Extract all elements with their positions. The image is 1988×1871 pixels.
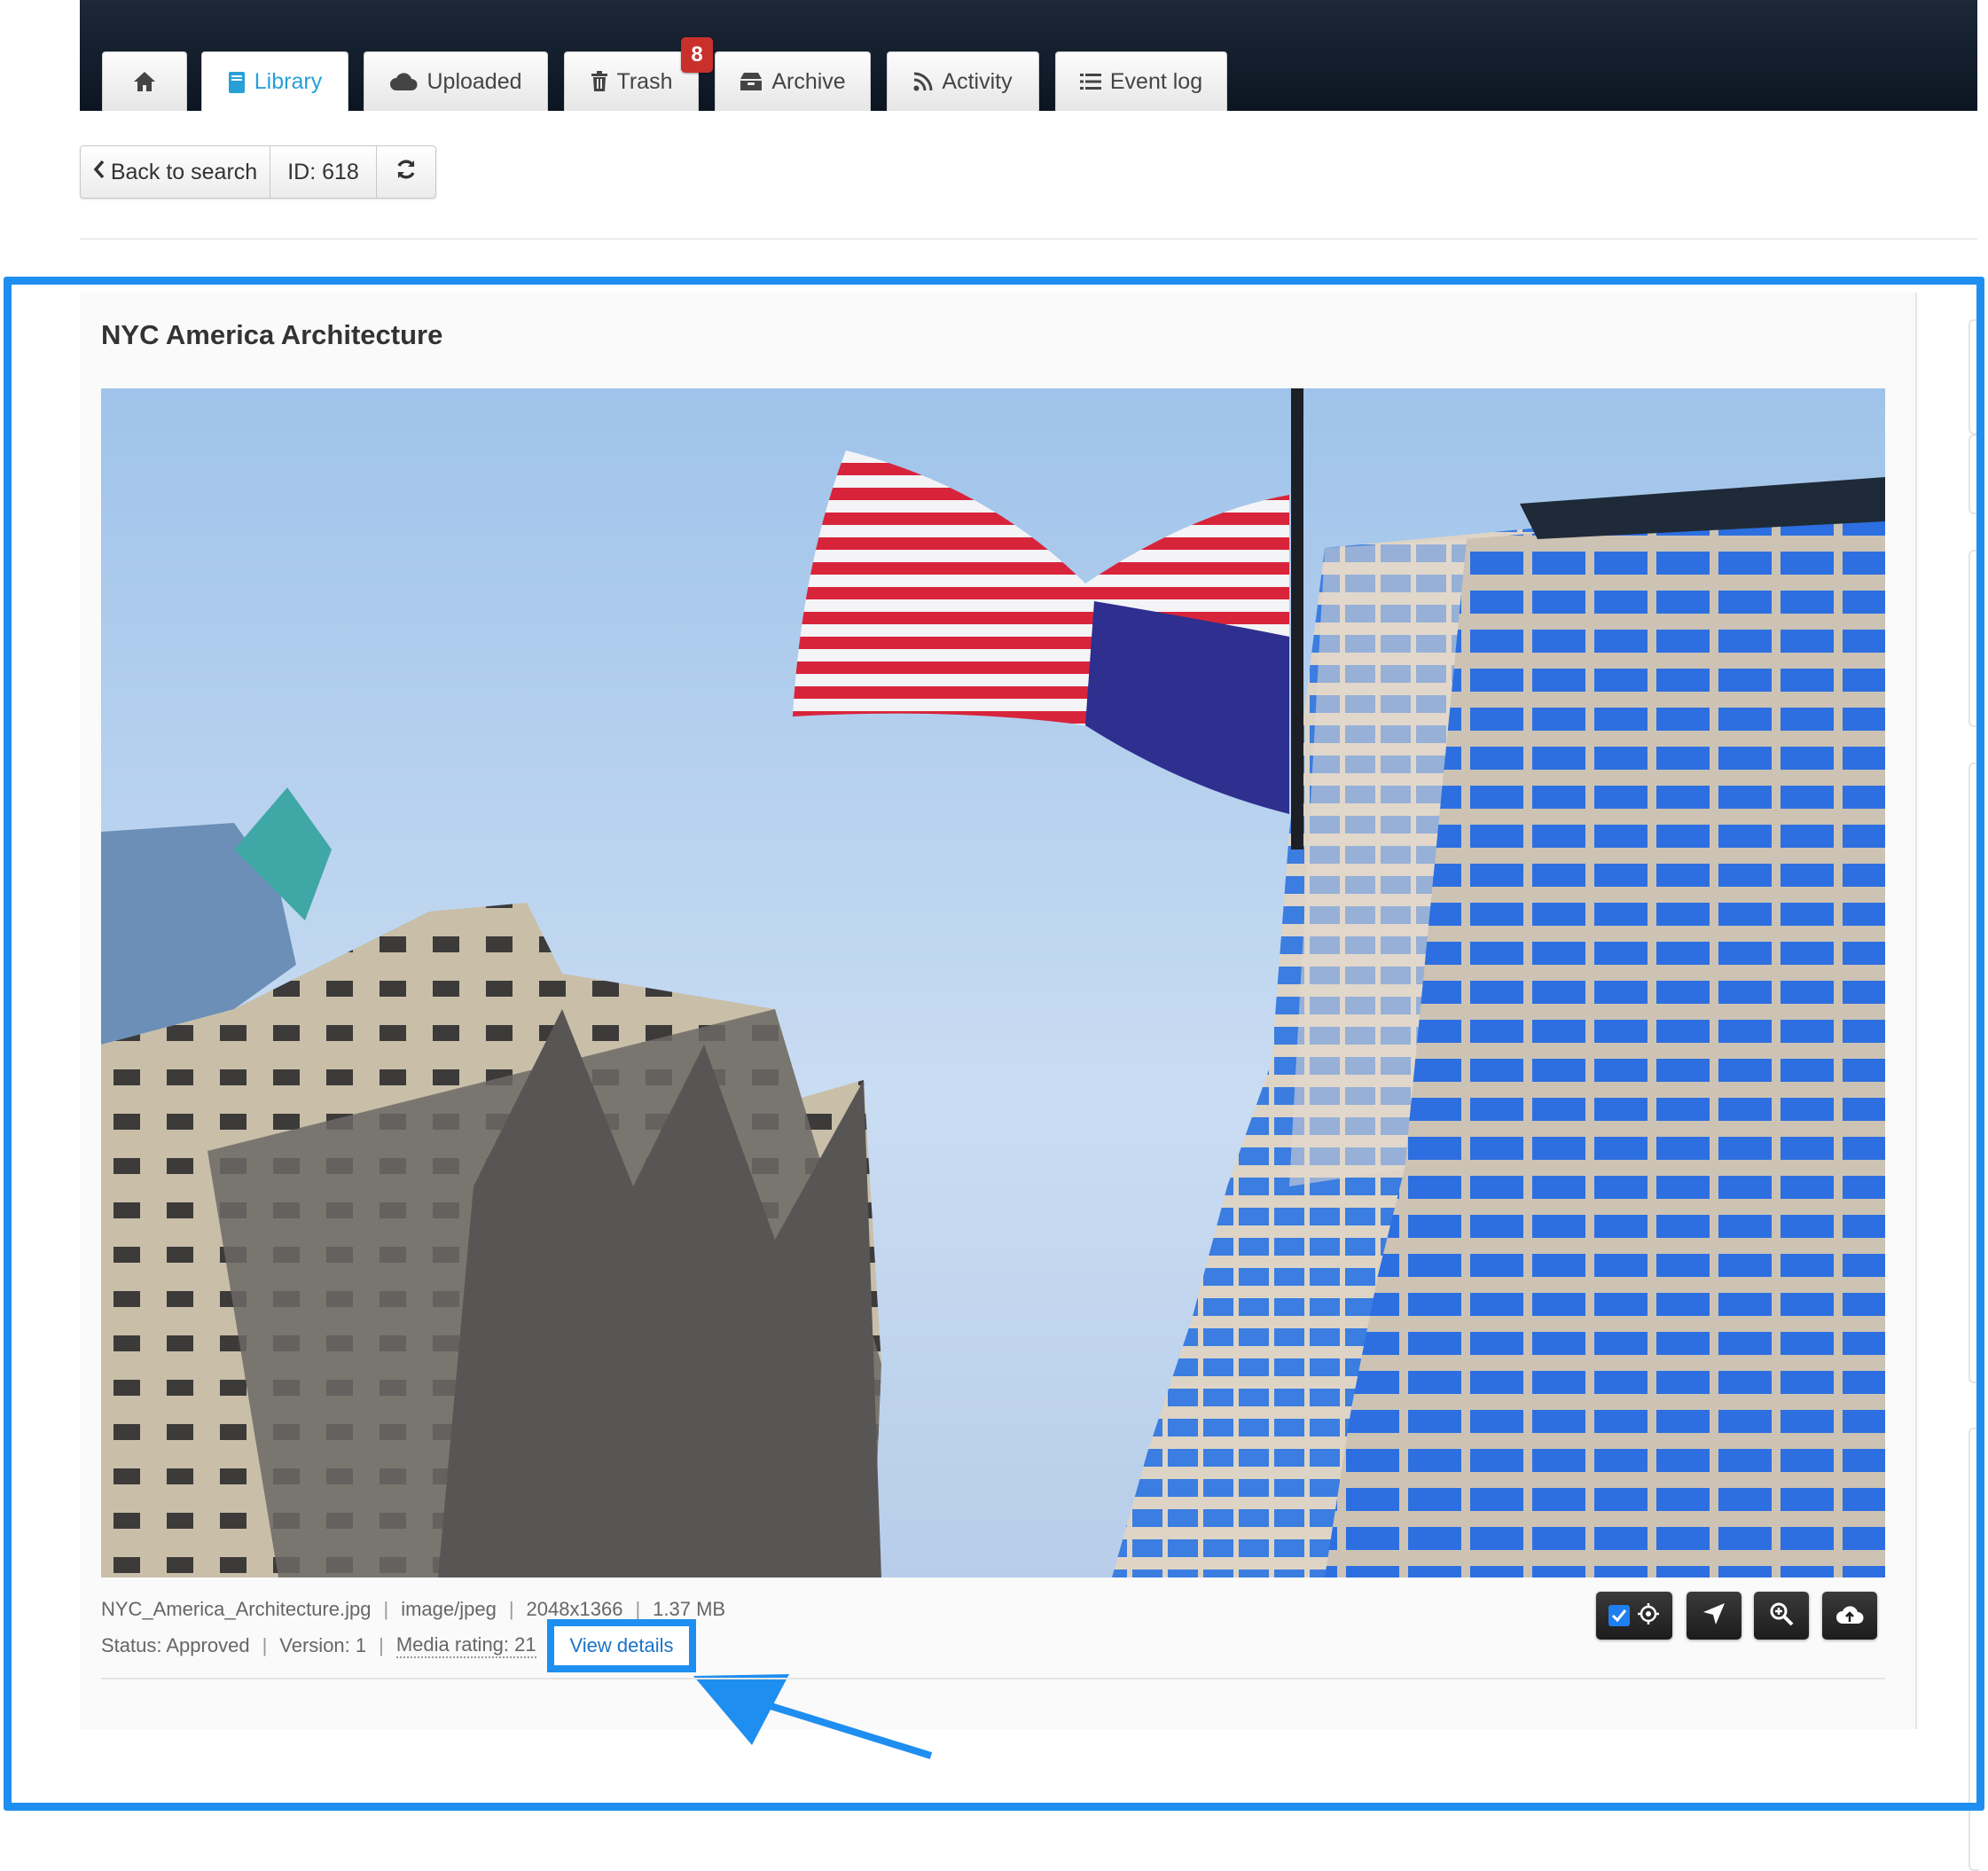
back-to-search-button[interactable]: Back to search — [81, 146, 270, 198]
locate-button[interactable] — [1687, 1592, 1741, 1640]
refresh-button[interactable] — [377, 146, 435, 198]
tab-archive-label: Archive — [771, 68, 846, 94]
tab-archive[interactable]: Archive — [715, 51, 871, 111]
version-text: Version: 1 — [279, 1634, 367, 1656]
tab-activity[interactable]: Activity — [887, 51, 1039, 111]
zoom-in-icon — [1769, 1601, 1794, 1631]
tab-uploaded-label: Uploaded — [427, 68, 522, 94]
book-icon — [228, 71, 246, 94]
cloud-icon — [389, 72, 418, 91]
crosshair-icon — [1637, 1602, 1660, 1630]
zoom-button[interactable] — [1754, 1592, 1809, 1640]
checkbox-icon — [1608, 1605, 1630, 1626]
cloud-upload-icon — [1835, 1602, 1864, 1630]
tab-home[interactable] — [102, 51, 187, 111]
trash-icon — [591, 71, 608, 92]
tab-event-log[interactable]: Event log — [1055, 51, 1227, 111]
asset-id[interactable]: ID: 618 — [270, 146, 377, 198]
navigate-icon — [1702, 1601, 1726, 1631]
divider — [101, 1678, 1885, 1679]
tab-activity-label: Activity — [942, 68, 1013, 94]
tab-trash-label: Trash — [616, 68, 673, 94]
back-to-search-label: Back to search — [110, 159, 258, 184]
asset-preview-image[interactable] — [101, 388, 1885, 1577]
image-dimensions: 2048x1366 — [526, 1598, 623, 1620]
refresh-icon — [395, 158, 418, 187]
tab-trash[interactable]: Trash — [564, 51, 699, 111]
trash-count-badge: 8 — [681, 37, 713, 73]
rss-icon — [913, 72, 933, 91]
file-name: NYC_America_Architecture.jpg — [101, 1598, 372, 1620]
tab-library[interactable]: Library — [201, 51, 348, 112]
status-text: Status: Approved — [101, 1634, 250, 1656]
media-rating[interactable]: Media rating: 21 — [395, 1633, 536, 1658]
tab-library-label: Library — [254, 69, 323, 94]
upload-button[interactable] — [1822, 1592, 1877, 1640]
view-details-link[interactable]: View details — [547, 1619, 696, 1672]
select-and-focus-button[interactable] — [1596, 1592, 1672, 1640]
tab-uploaded[interactable]: Uploaded — [364, 51, 548, 111]
list-icon — [1079, 73, 1101, 90]
pointer-arrow-icon — [693, 1674, 933, 1759]
tab-event-log-label: Event log — [1109, 68, 1203, 94]
mime-type: image/jpeg — [401, 1598, 497, 1620]
asset-title: NYC America Architecture — [101, 319, 443, 350]
detail-toolbar: Back to search ID: 618 — [80, 145, 436, 199]
file-size: 1.37 MB — [653, 1598, 726, 1620]
asset-status-info: Status: Approved | Version: 1 | Media ra… — [101, 1633, 536, 1658]
asset-file-info: NYC_America_Architecture.jpg | image/jpe… — [101, 1598, 726, 1620]
chevron-left-icon — [93, 160, 106, 185]
archive-icon — [740, 72, 763, 91]
home-icon — [132, 70, 157, 93]
